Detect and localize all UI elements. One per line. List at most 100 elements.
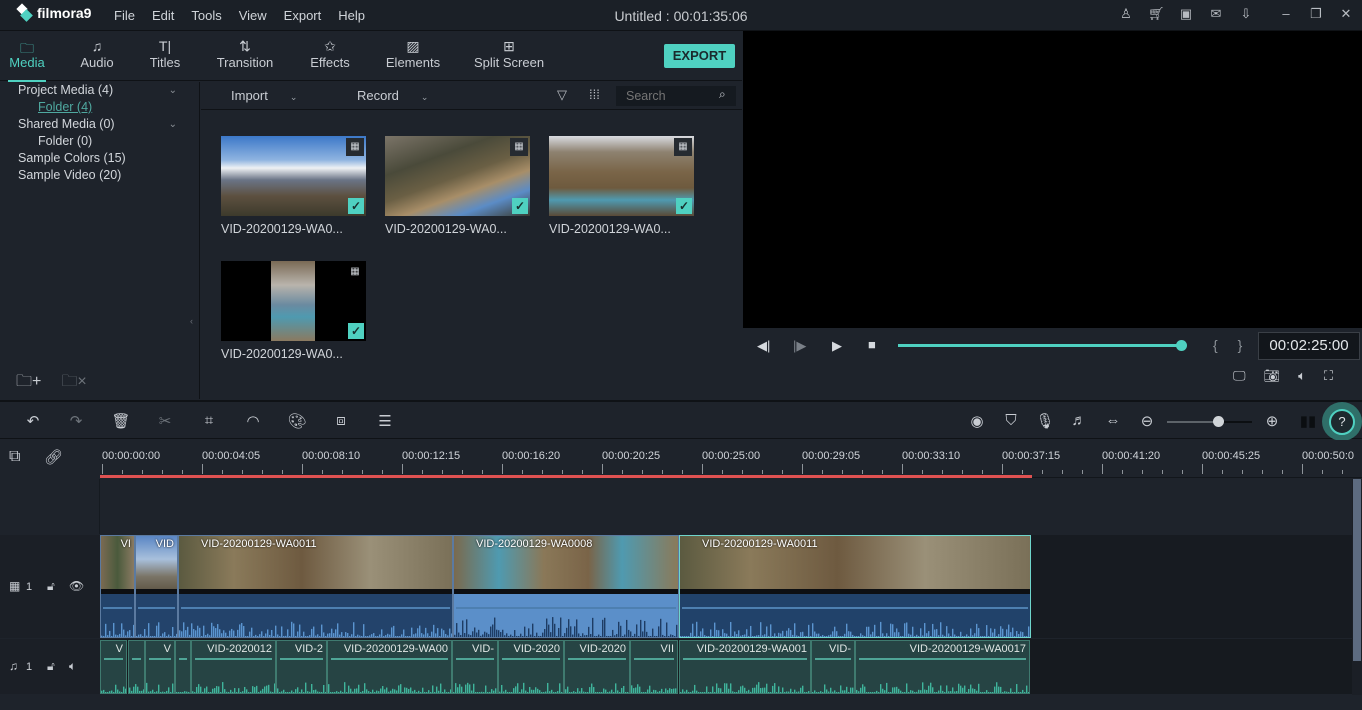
video-clip[interactable]: VID-20200129-WA0008 [453, 535, 679, 638]
color-icon[interactable]: 🎨︎ [287, 412, 307, 430]
mail-icon[interactable]: ✉ [1208, 6, 1224, 22]
audio-clip[interactable]: V [100, 640, 127, 694]
library-sample-colors[interactable]: Sample Colors (15) [0, 150, 199, 167]
video-clip[interactable]: VI [100, 535, 135, 638]
green-screen-icon[interactable]: ⧈ [331, 412, 351, 429]
playback-progress[interactable] [898, 344, 1181, 347]
audio-clip[interactable]: V [145, 640, 175, 694]
record-dropdown[interactable]: Record ⌄ [357, 88, 428, 103]
chevron-down-icon[interactable]: ⌄ [169, 116, 177, 133]
cut-icon[interactable]: ✂ [155, 412, 175, 430]
close-icon[interactable]: ✕ [1338, 6, 1354, 22]
stop-icon[interactable]: ■ [868, 337, 876, 352]
import-dropdown[interactable]: Import ⌄ [231, 88, 297, 103]
tab-effects[interactable]: ✩ Effects [302, 31, 358, 81]
media-item[interactable]: ▦ ✓ VID-20200129-WA0... [385, 136, 530, 236]
volume-icon[interactable]: 🔈︎ [1298, 368, 1306, 384]
help-icon[interactable]: ? [1329, 409, 1355, 435]
ruler-tick [1002, 464, 1003, 474]
redo-icon[interactable]: ↷ [66, 412, 86, 430]
audio-clip[interactable]: VID-20200129-WA0017 [855, 640, 1030, 694]
tab-elements[interactable]: ▨ Elements [380, 31, 446, 81]
zoom-in-icon[interactable]: ⊕ [1262, 412, 1282, 430]
audio-clip[interactable] [175, 640, 191, 694]
download-icon[interactable]: ⇩ [1238, 6, 1254, 22]
tab-media[interactable]: 🗀 Media [2, 31, 52, 82]
play-icon[interactable]: ▶ [832, 338, 842, 354]
grid-view-icon[interactable]: ⁞⁞⁞ [589, 87, 600, 102]
delete-folder-icon[interactable]: 🗀× [61, 370, 86, 397]
audio-clip[interactable]: VII [630, 640, 678, 694]
undo-icon[interactable]: ↶ [23, 412, 43, 430]
audio-mixer-icon[interactable]: ♬ [1069, 412, 1089, 429]
collapse-sidebar-icon[interactable]: ‹ [190, 316, 193, 326]
filter-icon[interactable]: ▽ [557, 87, 567, 103]
ruler-tick [902, 464, 903, 474]
zoom-out-icon[interactable]: ⊖ [1137, 412, 1157, 430]
audio-clip[interactable]: VID-20200129-WA00 [327, 640, 452, 694]
search-input[interactable] [616, 86, 736, 106]
lock-icon[interactable]: 🔓︎ [47, 579, 55, 594]
ruler-tick [1082, 470, 1083, 474]
mark-in-out[interactable]: { } [1213, 337, 1250, 353]
video-clip[interactable]: VID [135, 535, 178, 638]
audio-clip[interactable] [128, 640, 145, 694]
export-button[interactable]: EXPORT [664, 44, 735, 68]
restore-icon[interactable]: ❐ [1308, 6, 1324, 22]
window-controls: ♙ 🛒︎ ▣ ✉ ⇩ – ❐ ✕ [1118, 6, 1354, 22]
playhead-knob[interactable] [1176, 340, 1187, 351]
video-clip[interactable]: VID-20200129-WA0011 [679, 535, 1031, 638]
library-sample-video[interactable]: Sample Video (20) [0, 167, 199, 184]
audio-clip[interactable]: VID-2020 [498, 640, 564, 694]
audio-clip[interactable]: VID- [452, 640, 498, 694]
tab-titles[interactable]: T| Titles [140, 31, 190, 81]
library-project-media[interactable]: Project Media (4) ⌄ [0, 82, 199, 99]
audio-clip[interactable]: VID-2 [276, 640, 327, 694]
crop-icon[interactable]: ⌗ [199, 412, 219, 429]
fit-timeline-icon[interactable]: ⇔ [1103, 412, 1123, 429]
audio-clip[interactable]: VID- [811, 640, 855, 694]
zoom-slider-knob[interactable] [1213, 416, 1224, 427]
audio-clip[interactable]: VID-2020 [564, 640, 630, 694]
media-item[interactable]: ▦ ✓ VID-20200129-WA0... [221, 261, 366, 361]
tab-transition[interactable]: ⇅ Transition [210, 31, 280, 81]
new-folder-icon[interactable]: 🗀+ [16, 370, 41, 397]
save-icon[interactable]: ▣ [1178, 6, 1194, 22]
audio-adjust-icon[interactable]: ☰ [375, 412, 395, 430]
link-icon[interactable]: 🔗︎ [44, 448, 63, 466]
display-settings-icon[interactable]: 🖵 [1233, 368, 1246, 384]
speed-icon[interactable]: ◠ [243, 412, 263, 430]
voiceover-icon[interactable]: 🎙︎ [1035, 412, 1055, 430]
fullscreen-icon[interactable]: ⛶ [1324, 368, 1333, 384]
account-icon[interactable]: ♙ [1118, 6, 1134, 22]
empty-track[interactable] [100, 479, 1352, 534]
step-back-icon[interactable]: ◀| [757, 338, 770, 354]
library-folder-shared[interactable]: Folder (0) [0, 133, 199, 150]
tab-split-screen[interactable]: ⊞ Split Screen [470, 31, 548, 81]
eye-icon[interactable]: 👁︎ [69, 579, 84, 593]
delete-icon[interactable]: 🗑︎ [111, 412, 131, 430]
minimize-icon[interactable]: – [1278, 6, 1294, 22]
lock-icon[interactable]: 🔓︎ [47, 659, 55, 674]
render-preview-icon[interactable]: ◉ [967, 412, 987, 430]
timeline-ruler[interactable]: 00:00:00:00 00:00:04:05 00:00:08:10 00:00:1… [100, 440, 1362, 478]
media-item[interactable]: ▦ ✓ VID-20200129-WA0... [221, 136, 366, 236]
cart-icon[interactable]: 🛒︎ [1148, 6, 1165, 22]
preview-canvas[interactable] [743, 31, 1362, 328]
snapshot-icon[interactable]: 📷︎ [1264, 368, 1281, 384]
step-forward-icon[interactable]: |▶ [793, 338, 806, 354]
panel-layout-icon[interactable]: ▮▮ [1298, 412, 1318, 430]
search-icon[interactable]: ⌕ [719, 87, 726, 102]
library-shared-media[interactable]: Shared Media (0) ⌄ [0, 116, 199, 133]
marker-icon[interactable]: ⛉ [1001, 412, 1021, 429]
audio-clip[interactable]: VID-20200129-WA001 [679, 640, 811, 694]
media-item[interactable]: ▦ ✓ VID-20200129-WA0... [549, 136, 694, 236]
timeline-scrollbar-thumb[interactable] [1353, 479, 1361, 661]
chevron-down-icon[interactable]: ⌄ [169, 82, 177, 99]
audio-clip[interactable]: VID-2020012 [191, 640, 276, 694]
library-folder-project[interactable]: Folder (4) [0, 99, 199, 116]
speaker-icon[interactable]: 🔈︎ [69, 659, 76, 674]
add-track-icon[interactable]: ⧉ [9, 448, 20, 466]
video-clip[interactable]: VID-20200129-WA0011 [178, 535, 453, 638]
tab-audio[interactable]: ♫ Audio [70, 31, 124, 81]
